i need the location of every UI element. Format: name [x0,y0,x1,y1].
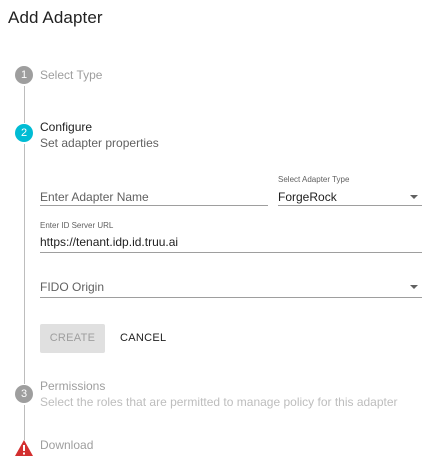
step-subtitle-configure: Set adapter properties [40,136,159,150]
step-number-1: 1 [15,66,33,84]
id-server-url-field[interactable]: Enter ID Server URL https://tenant.idp.i… [40,218,422,253]
step-title-configure: Configure [40,120,93,134]
adapter-type-underline [278,205,422,206]
adapter-type-select[interactable]: Select Adapter Type ForgeRock [278,172,422,206]
dialog-title: Add Adapter [8,8,103,27]
cancel-button[interactable]: CANCEL [112,324,174,353]
step-connector-3 [24,405,25,440]
adapter-name-field[interactable]: Enter Adapter Name [40,180,268,206]
id-server-url-underline [40,252,422,253]
caret-down-icon [410,285,418,289]
fido-origin-select[interactable]: FIDO Origin [40,272,422,298]
step-subtitle-permissions: Select the roles that are permitted to m… [40,395,398,409]
fido-origin-placeholder: FIDO Origin [40,280,105,294]
step-number-2: 2 [15,124,33,142]
step-title-download: Download [40,438,94,452]
caret-down-icon [410,195,418,199]
create-button[interactable]: CREATE [40,324,105,353]
step-number-3: 3 [15,385,33,403]
adapter-name-placeholder: Enter Adapter Name [40,190,149,204]
id-server-url-label: Enter ID Server URL [40,221,114,230]
step-title-select-type: Select Type [40,68,103,82]
step-connector-1 [24,86,25,123]
step-title-permissions: Permissions [40,379,106,393]
step-connector-2 [24,144,25,384]
adapter-type-label: Select Adapter Type [278,175,350,184]
fido-origin-underline [40,297,422,298]
id-server-url-value: https://tenant.idp.id.truu.ai [40,235,179,249]
warning-icon [15,440,33,456]
adapter-type-value: ForgeRock [278,190,337,204]
adapter-name-underline [40,205,268,206]
